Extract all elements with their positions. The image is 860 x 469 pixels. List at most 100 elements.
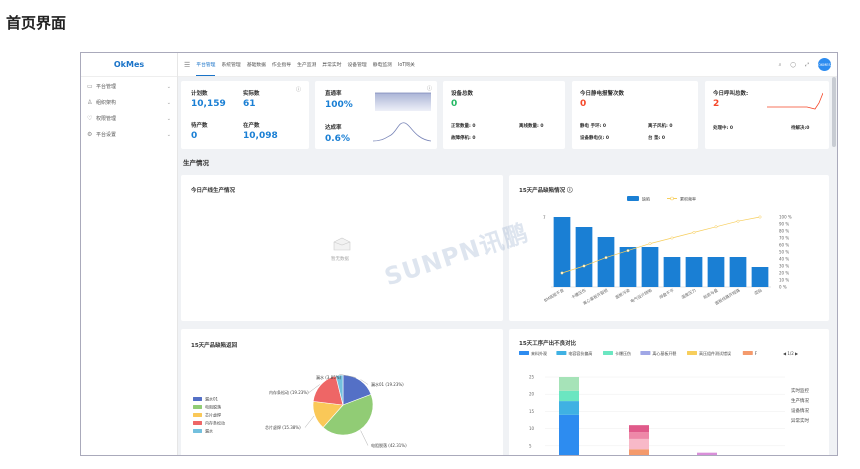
passrate-value: 100% [325, 100, 353, 110]
panel-title: 今日产线生产情况 [191, 188, 236, 194]
app-logo[interactable]: OkMes [81, 53, 177, 77]
actual-label: 实际数 [243, 91, 260, 97]
legend-pager[interactable]: ◀ 1/2 ▶ [783, 351, 799, 356]
esd-table: 台 垫: 0 [648, 136, 666, 141]
notification-icon[interactable]: ◯ [790, 62, 796, 68]
x-tick-label: BM底版不良 [542, 287, 564, 303]
kpi-equipment-card: 设备总数 0 正常数量: 0 离线数量: 0 故障停机: 0 [443, 81, 565, 149]
esd-ion: 离子风机: 0 [648, 124, 673, 129]
sidebar-item[interactable]: ♡ 权限管理 ⌄ [81, 112, 177, 125]
sidebar-item-icon: ♙ [87, 99, 93, 106]
sidebar-item[interactable]: ⚙ 平台设置 ⌄ [81, 128, 177, 141]
pending-label: 待产数 [191, 123, 208, 129]
legend-label: 芯片虚焊 [205, 412, 221, 418]
plan-label: 计划数 [191, 91, 208, 97]
nav-tab[interactable]: 系统管理 [221, 53, 240, 76]
sidebar-item-icon: ▭ [87, 83, 93, 90]
esd-device: 设备静电仪: 0 [580, 136, 609, 141]
sidebar-item-label: 权限管理 [96, 116, 117, 122]
nav-tab[interactable]: 设备管理 [348, 53, 367, 76]
inprod-value: 10,098 [243, 131, 278, 141]
side-link-production[interactable]: 生产情况 [791, 397, 809, 407]
y2-tick-label: 40 % [779, 257, 789, 262]
side-link-exception[interactable]: 异常实时 [791, 417, 809, 427]
cumulative-point [582, 264, 586, 268]
stacked-bar-segment [559, 414, 579, 455]
pie-leader-line [304, 415, 315, 428]
badrate-label: 达成率 [325, 125, 342, 131]
process-compare-panel: 15天工序产出不良对比 来料外观 电容容抗偏高 卡爆压伤 离心基板开裂 高压组件测试错误… [509, 329, 829, 455]
sidebar: OkMes ▭ 平台管理 ⌄ ♙ 组织架构 ⌄ ♡ 权限管理 ⌄ ⚙ 平台设置 ⌄ [81, 53, 178, 455]
legend-label: 漏水01 [205, 396, 219, 402]
legend-label-cumulative: 累积频率 [680, 196, 696, 202]
avatar[interactable]: OKMES [818, 58, 831, 71]
legend-label: F [755, 351, 758, 356]
legend-swatch-defect [627, 196, 639, 201]
legend-label: 卡爆压伤 [615, 350, 631, 356]
legend-label-defect: 缺陷 [642, 196, 650, 202]
legend-swatch [640, 351, 651, 355]
legend-swatch [519, 351, 529, 355]
defect-pie-panel: 15天产品缺陷返回 漏水01 (19.23%) 电阻脱落 (42.31%) 芯片虚焊… [181, 329, 503, 455]
nav-tab[interactable]: 异常实时 [322, 53, 341, 76]
defect-pareto-panel: 15天产品缺陷情况 ⓘ 缺陷 累积频率 7 BM底版不良 卡爆压伤 离心基板开裂损 面板污染… [509, 175, 829, 321]
fullscreen-icon[interactable]: ⤢ [805, 62, 809, 68]
pie-chart: 漏水01 (19.23%) 电阻脱落 (42.31%) 芯片虚焊 (15.38%) 内… [193, 374, 407, 448]
nav-tab[interactable]: IoT网关 [398, 53, 415, 76]
legend-swatch [742, 351, 753, 355]
badrate-sparkline [373, 122, 431, 142]
menu-toggle-icon[interactable]: ☰ [184, 61, 190, 69]
nav-tab[interactable]: 静电监测 [373, 53, 392, 76]
pending-value: 0 [191, 131, 198, 141]
nav-tab[interactable]: 作业指导 [272, 53, 291, 76]
kpi-esd-card: 今日静电报警次数 0 静电 手环: 0 离子风机: 0 设备静电仪: 0 台 垫… [572, 81, 698, 149]
pie-label: 芯片虚焊 (15.38%) [265, 424, 301, 430]
sidebar-item-label: 平台设置 [96, 132, 117, 138]
pie-label: 内存条松动 (19.23%) [269, 389, 309, 395]
legend-label: 内存条松动 [205, 420, 225, 426]
esd-static: 静电 手环: 0 [580, 124, 607, 129]
nav-tab[interactable]: 生产监测 [297, 53, 316, 76]
cumulative-point [670, 236, 674, 240]
legend-swatch [193, 397, 202, 401]
sidebar-item[interactable]: ▭ 平台管理 ⌄ [81, 80, 177, 93]
pie-leader-line [360, 430, 369, 446]
legend-label: 电阻脱落 [205, 404, 221, 410]
plan-value: 10,159 [191, 99, 226, 109]
bar-defect [597, 237, 615, 287]
pie-label: 漏水 (3.85%) [316, 374, 342, 380]
help-icon[interactable]: ⓘ [296, 86, 301, 93]
x-tick-label: 焊盘不平 [658, 287, 675, 300]
bar-defect [663, 257, 681, 287]
nav-tab[interactable]: 基础数据 [247, 53, 266, 76]
legend-label: 来料外观 [531, 350, 547, 356]
cumulative-point [692, 230, 696, 234]
empty-text: 暂无数据 [331, 257, 349, 262]
sidebar-item-label: 组织架构 [96, 100, 117, 106]
side-link-realtime[interactable]: 实时监控 [791, 387, 809, 397]
legend-label: 漏水 [205, 428, 213, 434]
sidebar-item[interactable]: ♙ 组织架构 ⌄ [81, 96, 177, 109]
x-tick-label: 混贴 [753, 287, 763, 296]
stacked-bar-segment [629, 438, 649, 450]
stacked-bar-segment [697, 452, 717, 455]
pie-label: 漏水01 (19.23%) [371, 381, 404, 387]
y-tick-label: 5 [529, 443, 532, 448]
side-link-equipment[interactable]: 设备情况 [791, 407, 809, 417]
legend-label: 电容容抗偏高 [568, 350, 592, 356]
x-tick-label: 电气设计缺陷 [629, 287, 653, 304]
cumulative-point [648, 242, 652, 246]
esd-label: 今日静电报警次数 [580, 91, 625, 97]
bar-defect [751, 267, 769, 287]
passrate-sparkline [375, 92, 431, 111]
bar-defect [707, 257, 725, 287]
chevron-down-icon: ⌄ [166, 99, 171, 106]
x-tick-label: 温度压力 [680, 287, 697, 300]
search-icon[interactable]: ⌕ [779, 62, 782, 68]
stacked-bar-segment [629, 425, 649, 433]
y-tick-label: 15 [529, 409, 535, 414]
nav-tab[interactable]: 平台管理 [196, 53, 216, 76]
bar-defect [729, 257, 747, 287]
y2-tick-label: 60 % [779, 243, 789, 248]
inprod-label: 在产数 [243, 123, 260, 129]
